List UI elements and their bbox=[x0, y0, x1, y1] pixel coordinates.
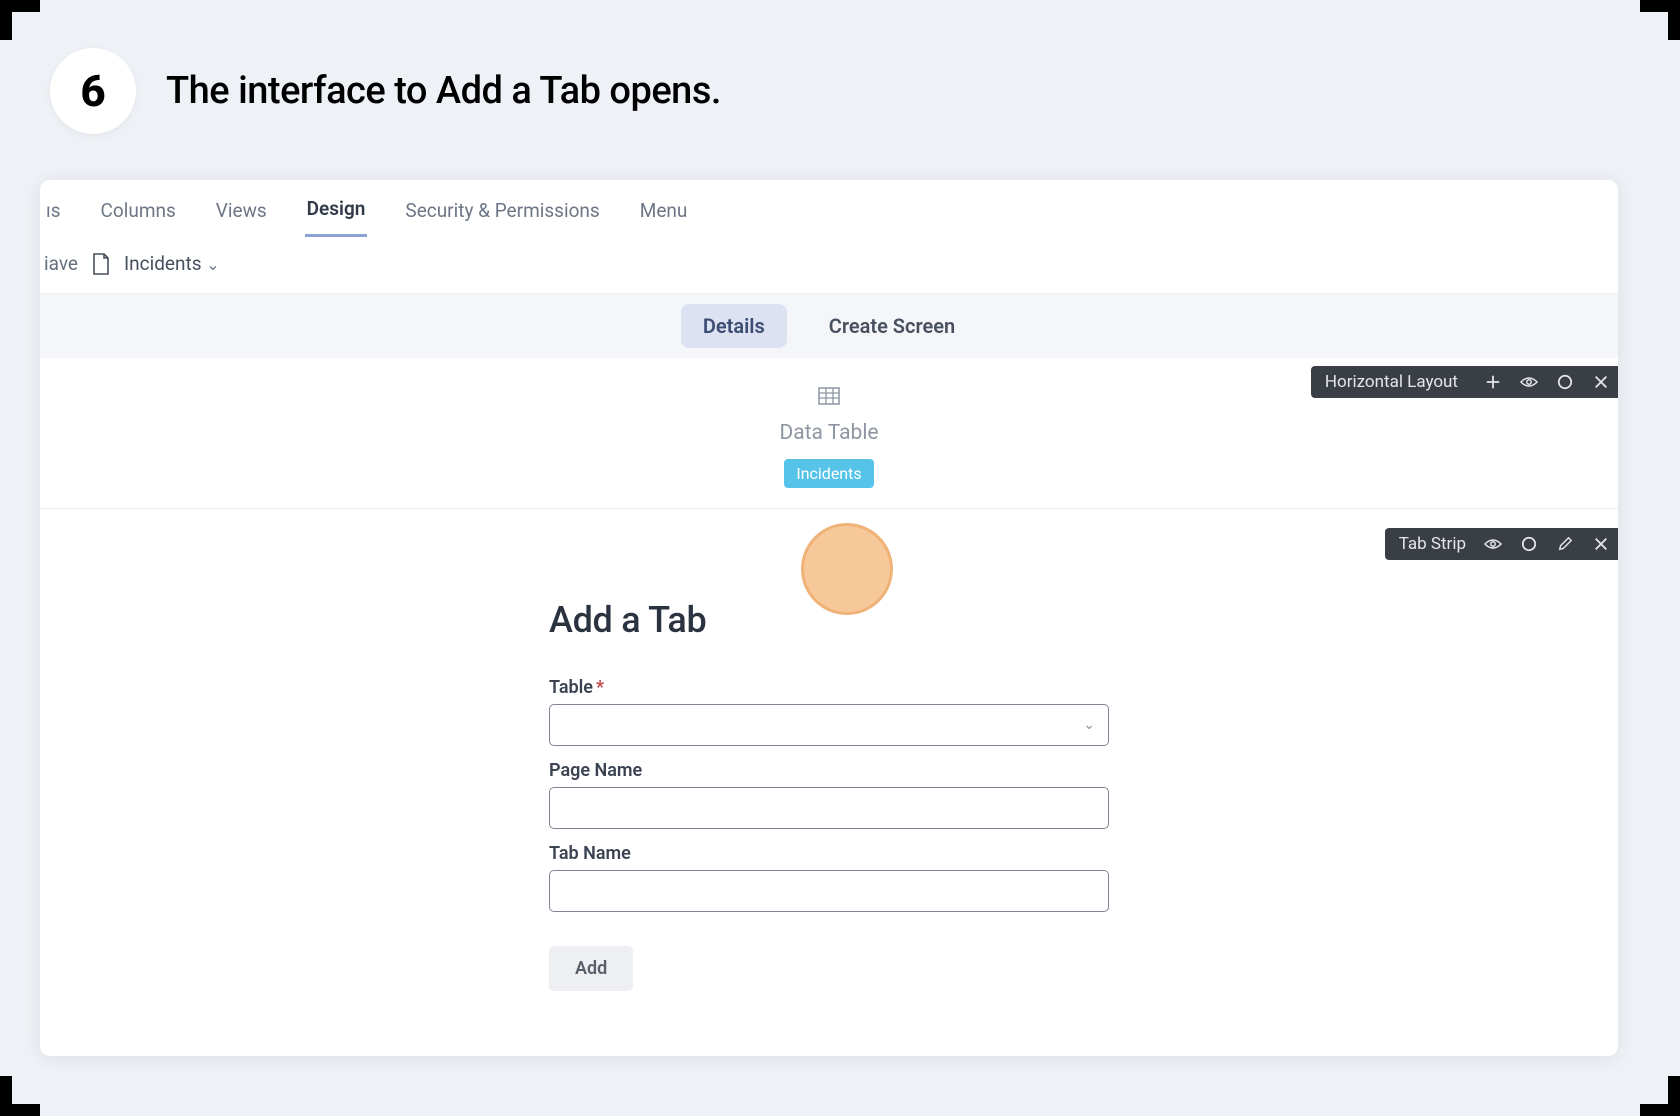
nav-item-design[interactable]: Design bbox=[305, 189, 368, 237]
field-tab-name: Tab Name bbox=[549, 843, 1109, 912]
tab-name-input[interactable] bbox=[549, 870, 1109, 912]
screenshot-panel: ıs Columns Views Design Security & Permi… bbox=[40, 180, 1618, 1056]
subtabs: Details Create Screen bbox=[40, 294, 1618, 358]
overlay-label-tabstrip: Tab Strip bbox=[1399, 534, 1466, 554]
page-name: Incidents bbox=[124, 252, 202, 275]
highlight-circle bbox=[801, 523, 893, 615]
field-table: Table* ⌄ bbox=[549, 677, 1109, 746]
nav-item-partial[interactable]: ıs bbox=[44, 191, 63, 236]
save-partial-text[interactable]: iave bbox=[44, 252, 78, 275]
eye-icon[interactable] bbox=[1484, 535, 1502, 553]
nav-item-columns[interactable]: Columns bbox=[99, 191, 178, 236]
add-button[interactable]: Add bbox=[549, 946, 633, 991]
label-page-name: Page Name bbox=[549, 760, 1109, 781]
nav-item-menu[interactable]: Menu bbox=[638, 191, 690, 236]
tab-strip-overlay: Tab Strip bbox=[1385, 528, 1618, 560]
step-description: The interface to Add a Tab opens. bbox=[166, 69, 721, 113]
overlay-label-horizontal: Horizontal Layout bbox=[1325, 372, 1458, 392]
page-icon bbox=[92, 253, 110, 275]
eye-icon[interactable] bbox=[1520, 373, 1538, 391]
required-asterisk: * bbox=[596, 677, 604, 698]
data-table-chip[interactable]: Incidents bbox=[784, 459, 873, 488]
page-name-input[interactable] bbox=[549, 787, 1109, 829]
data-table-label: Data Table bbox=[40, 421, 1618, 445]
top-nav: ıs Columns Views Design Security & Permi… bbox=[40, 180, 1618, 234]
page-dropdown[interactable]: Incidents ⌄ bbox=[124, 252, 220, 275]
circle-icon[interactable] bbox=[1556, 373, 1574, 391]
nav-item-security[interactable]: Security & Permissions bbox=[403, 191, 601, 236]
horizontal-layout-overlay: Horizontal Layout bbox=[1311, 366, 1618, 398]
label-table-text: Table bbox=[549, 677, 593, 698]
step-header: 6 The interface to Add a Tab opens. bbox=[0, 0, 1680, 164]
table-select[interactable] bbox=[549, 704, 1109, 746]
secondary-bar: iave Incidents ⌄ bbox=[40, 234, 1618, 294]
close-icon[interactable] bbox=[1592, 535, 1610, 553]
step-number-badge: 6 bbox=[50, 48, 136, 134]
field-page-name: Page Name bbox=[549, 760, 1109, 829]
close-icon[interactable] bbox=[1592, 373, 1610, 391]
label-tab-name: Tab Name bbox=[549, 843, 1109, 864]
circle-icon[interactable] bbox=[1520, 535, 1538, 553]
design-canvas: Horizontal Layout Data Table Incidents T… bbox=[40, 358, 1618, 991]
subtab-create-screen[interactable]: Create Screen bbox=[807, 304, 977, 348]
nav-item-views[interactable]: Views bbox=[214, 191, 269, 236]
plus-icon[interactable] bbox=[1484, 373, 1502, 391]
add-tab-form: Add a Tab Table* ⌄ Page Name Tab Name Ad… bbox=[549, 599, 1109, 991]
chevron-down-icon: ⌄ bbox=[206, 255, 219, 274]
pencil-icon[interactable] bbox=[1556, 535, 1574, 553]
label-table: Table* bbox=[549, 677, 1109, 698]
subtab-details[interactable]: Details bbox=[681, 304, 787, 348]
